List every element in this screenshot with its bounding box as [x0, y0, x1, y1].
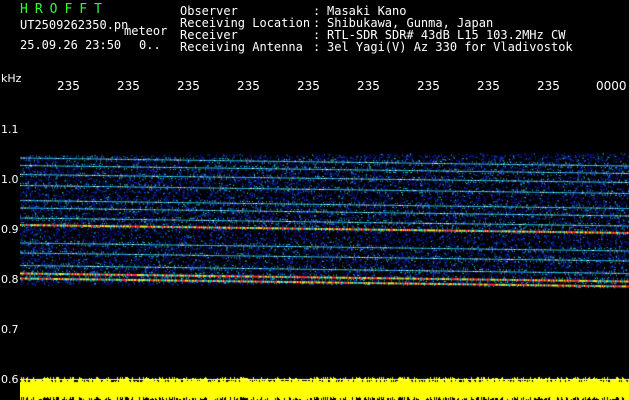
file-type: meteor [124, 24, 168, 38]
y-tick-label: 0.8 [1, 273, 19, 286]
y-tick-label: 0.7 [1, 323, 19, 336]
x-tick-label: 235 [57, 79, 80, 93]
y-axis-unit: kHz [1, 72, 22, 85]
y-tick-label: 0.9 [1, 223, 19, 236]
field-label-antenna: Receiving Antenna [180, 40, 303, 54]
x-tick-label: 235 [237, 79, 260, 93]
field-value-antenna: 3el Yagi(V) Az 330 for Vladivostok [327, 40, 573, 54]
x-tick-label: 0000 [596, 79, 627, 93]
x-tick-label: 235 [177, 79, 200, 93]
y-tick-label: 1.1 [1, 123, 19, 136]
spectrogram-canvas [20, 98, 629, 400]
app-title: HROFFT [20, 2, 109, 17]
x-tick-label: 235 [357, 79, 380, 93]
x-tick-label: 235 [537, 79, 560, 93]
y-tick-label: 0.6 [1, 373, 19, 386]
field-colon: : [313, 40, 321, 54]
x-tick-label: 235 [417, 79, 440, 93]
count: 0.. [139, 38, 161, 52]
x-tick-label: 235 [297, 79, 320, 93]
y-tick-label: 1.0 [1, 173, 19, 186]
x-tick-label: 235 [477, 79, 500, 93]
x-tick-label: 235 [117, 79, 140, 93]
datetime: 25.09.26 23:50 [20, 38, 122, 52]
file-name: UT2509262350.pn [20, 18, 129, 32]
